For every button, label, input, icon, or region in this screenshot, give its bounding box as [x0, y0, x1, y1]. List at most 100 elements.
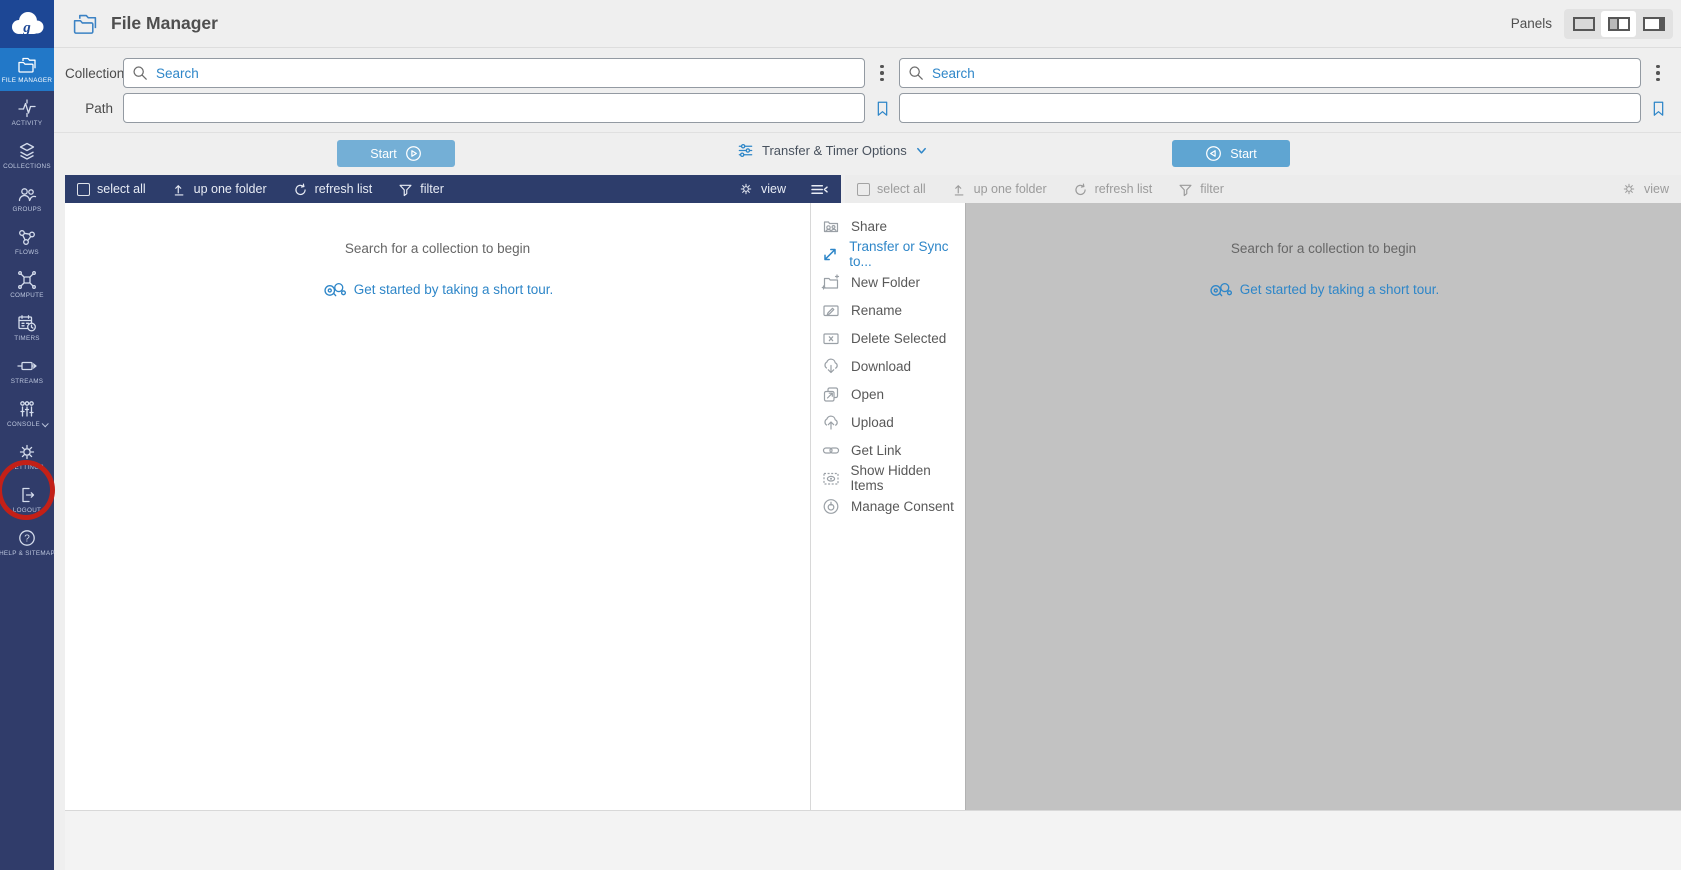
filter-button[interactable]: filter: [398, 182, 444, 197]
menu-item-new-folder[interactable]: New Folder: [811, 268, 965, 296]
tour-link-row[interactable]: Get started by taking a short tour.: [1208, 281, 1440, 298]
collapse-menu-button[interactable]: [810, 182, 829, 197]
console-sliders-icon: [16, 399, 38, 419]
svg-text:g: g: [22, 20, 31, 36]
sidebar-item-label: HELP & SITEMAP: [0, 550, 55, 557]
sidebar-item-streams[interactable]: STREAMS: [0, 349, 54, 392]
menu-item-get-link[interactable]: Get Link: [811, 436, 965, 464]
select-all-checkbox[interactable]: [77, 183, 90, 196]
play-right-icon: [405, 145, 422, 162]
menu-item-download[interactable]: Download: [811, 352, 965, 380]
view-label: view: [1644, 182, 1669, 196]
path-label: Path: [65, 101, 123, 116]
select-all-checkbox[interactable]: [857, 183, 870, 196]
tour-link[interactable]: Get started by taking a short tour.: [354, 282, 554, 297]
right-empty-state: Search for a collection to begin Get sta…: [966, 203, 1681, 303]
timers-calendar-clock-icon: [16, 313, 38, 333]
refresh-list-button[interactable]: refresh list: [293, 182, 373, 197]
select-all-button[interactable]: select all: [77, 182, 146, 196]
sidebar-item-label: FILE MANAGER: [2, 77, 53, 84]
sidebar-item-console[interactable]: CONSOLE: [0, 392, 54, 435]
refresh-list-label: refresh list: [315, 182, 373, 196]
tour-pins-icon: [322, 281, 347, 298]
filter-label: filter: [420, 182, 444, 196]
left-collection-menu-kebab-icon[interactable]: [876, 61, 888, 86]
transfer-timer-options-label: Transfer & Timer Options: [762, 143, 907, 158]
left-bookmark-icon[interactable]: [875, 99, 890, 118]
sidebar-nav: g FILE MANAGER ACTIVITY COLLECTIONS: [0, 0, 54, 870]
toolbars-row: select all up one folder refresh list: [65, 175, 1681, 203]
globus-cloud-logo-icon: g: [6, 7, 48, 41]
start-left-label: Start: [370, 147, 396, 161]
compute-chip-icon: [16, 270, 38, 290]
collections-layers-icon: [16, 141, 38, 161]
transfer-timer-options-toggle[interactable]: Transfer & Timer Options: [737, 142, 928, 159]
right-collection-menu-kebab-icon[interactable]: [1652, 61, 1664, 86]
menu-item-open[interactable]: Open: [811, 380, 965, 408]
sliders-icon: [737, 142, 754, 159]
sidebar-item-label: COMPUTE: [10, 292, 44, 299]
up-one-folder-button[interactable]: up one folder: [172, 182, 267, 197]
filter-funnel-icon: [1178, 182, 1193, 197]
sidebar-item-groups[interactable]: GROUPS: [0, 177, 54, 220]
sidebar-item-label: FLOWS: [15, 249, 39, 256]
menu-item-upload[interactable]: Upload: [811, 408, 965, 436]
sidebar-item-logout[interactable]: LOGOUT: [0, 478, 54, 521]
menu-item-delete-selected[interactable]: Delete Selected: [811, 324, 965, 352]
three-panels-button[interactable]: [1636, 11, 1671, 37]
sidebar-item-help-sitemap[interactable]: ? HELP & SITEMAP: [0, 521, 54, 564]
left-view-button[interactable]: view: [738, 181, 786, 197]
one-panel-button[interactable]: [1566, 11, 1601, 37]
menu-item-show-hidden-items[interactable]: Show Hidden Items: [811, 464, 965, 492]
sidebar-item-compute[interactable]: COMPUTE: [0, 263, 54, 306]
right-bookmark-icon[interactable]: [1651, 99, 1666, 118]
right-view-button[interactable]: view: [1621, 181, 1669, 197]
sidebar-item-label: CONSOLE: [7, 421, 40, 428]
page-header: File Manager Panels: [54, 0, 1681, 48]
refresh-list-label: refresh list: [1095, 182, 1153, 196]
sidebar-item-settings[interactable]: SETTINGS: [0, 435, 54, 478]
refresh-list-button[interactable]: refresh list: [1073, 182, 1153, 197]
content-panels: Search for a collection to begin Get sta…: [65, 203, 1681, 810]
right-path-input[interactable]: [899, 93, 1641, 123]
share-icon: [821, 217, 841, 236]
left-path-input[interactable]: [123, 93, 865, 123]
file-manager-folder-icon: [16, 55, 38, 75]
download-cloud-icon: [821, 357, 841, 376]
show-hidden-eye-icon: [821, 469, 841, 488]
menu-item-rename[interactable]: Rename: [811, 296, 965, 324]
sidebar-item-label: COLLECTIONS: [3, 163, 51, 170]
select-all-button[interactable]: select all: [857, 182, 926, 196]
menu-item-label: Manage Consent: [851, 499, 954, 514]
globus-logo[interactable]: g: [0, 0, 54, 48]
get-link-chain-icon: [821, 441, 841, 460]
menu-item-transfer-or-sync[interactable]: Transfer or Sync to...: [811, 240, 965, 268]
tour-link-row[interactable]: Get started by taking a short tour.: [322, 281, 554, 298]
sidebar-item-flows[interactable]: FLOWS: [0, 220, 54, 263]
two-panels-button[interactable]: [1601, 11, 1636, 37]
left-empty-state: Search for a collection to begin Get sta…: [65, 203, 810, 303]
select-all-label: select all: [877, 182, 926, 196]
upload-cloud-icon: [821, 413, 841, 432]
left-collection-search-input[interactable]: [123, 58, 865, 88]
rename-pencil-icon: [821, 301, 841, 320]
panels-label: Panels: [1511, 16, 1552, 31]
page-title: File Manager: [111, 13, 218, 34]
up-one-folder-label: up one folder: [194, 182, 267, 196]
sidebar-item-activity[interactable]: ACTIVITY: [0, 91, 54, 134]
sidebar-item-file-manager[interactable]: FILE MANAGER: [0, 48, 54, 91]
up-one-folder-button[interactable]: up one folder: [952, 182, 1047, 197]
sidebar-item-collections[interactable]: COLLECTIONS: [0, 134, 54, 177]
tour-link[interactable]: Get started by taking a short tour.: [1240, 282, 1440, 297]
view-label: view: [761, 182, 786, 196]
sidebar-item-timers[interactable]: TIMERS: [0, 306, 54, 349]
start-right-button[interactable]: Start: [1172, 140, 1290, 167]
filter-button[interactable]: filter: [1178, 182, 1224, 197]
menu-item-label: Show Hidden Items: [851, 463, 965, 493]
flows-nodes-icon: [16, 227, 38, 247]
collection-label: Collection: [65, 66, 123, 81]
right-collection-search-input[interactable]: [899, 58, 1641, 88]
start-left-button[interactable]: Start: [337, 140, 455, 167]
menu-item-manage-consent[interactable]: Manage Consent: [811, 492, 965, 520]
menu-item-share[interactable]: Share: [811, 212, 965, 240]
